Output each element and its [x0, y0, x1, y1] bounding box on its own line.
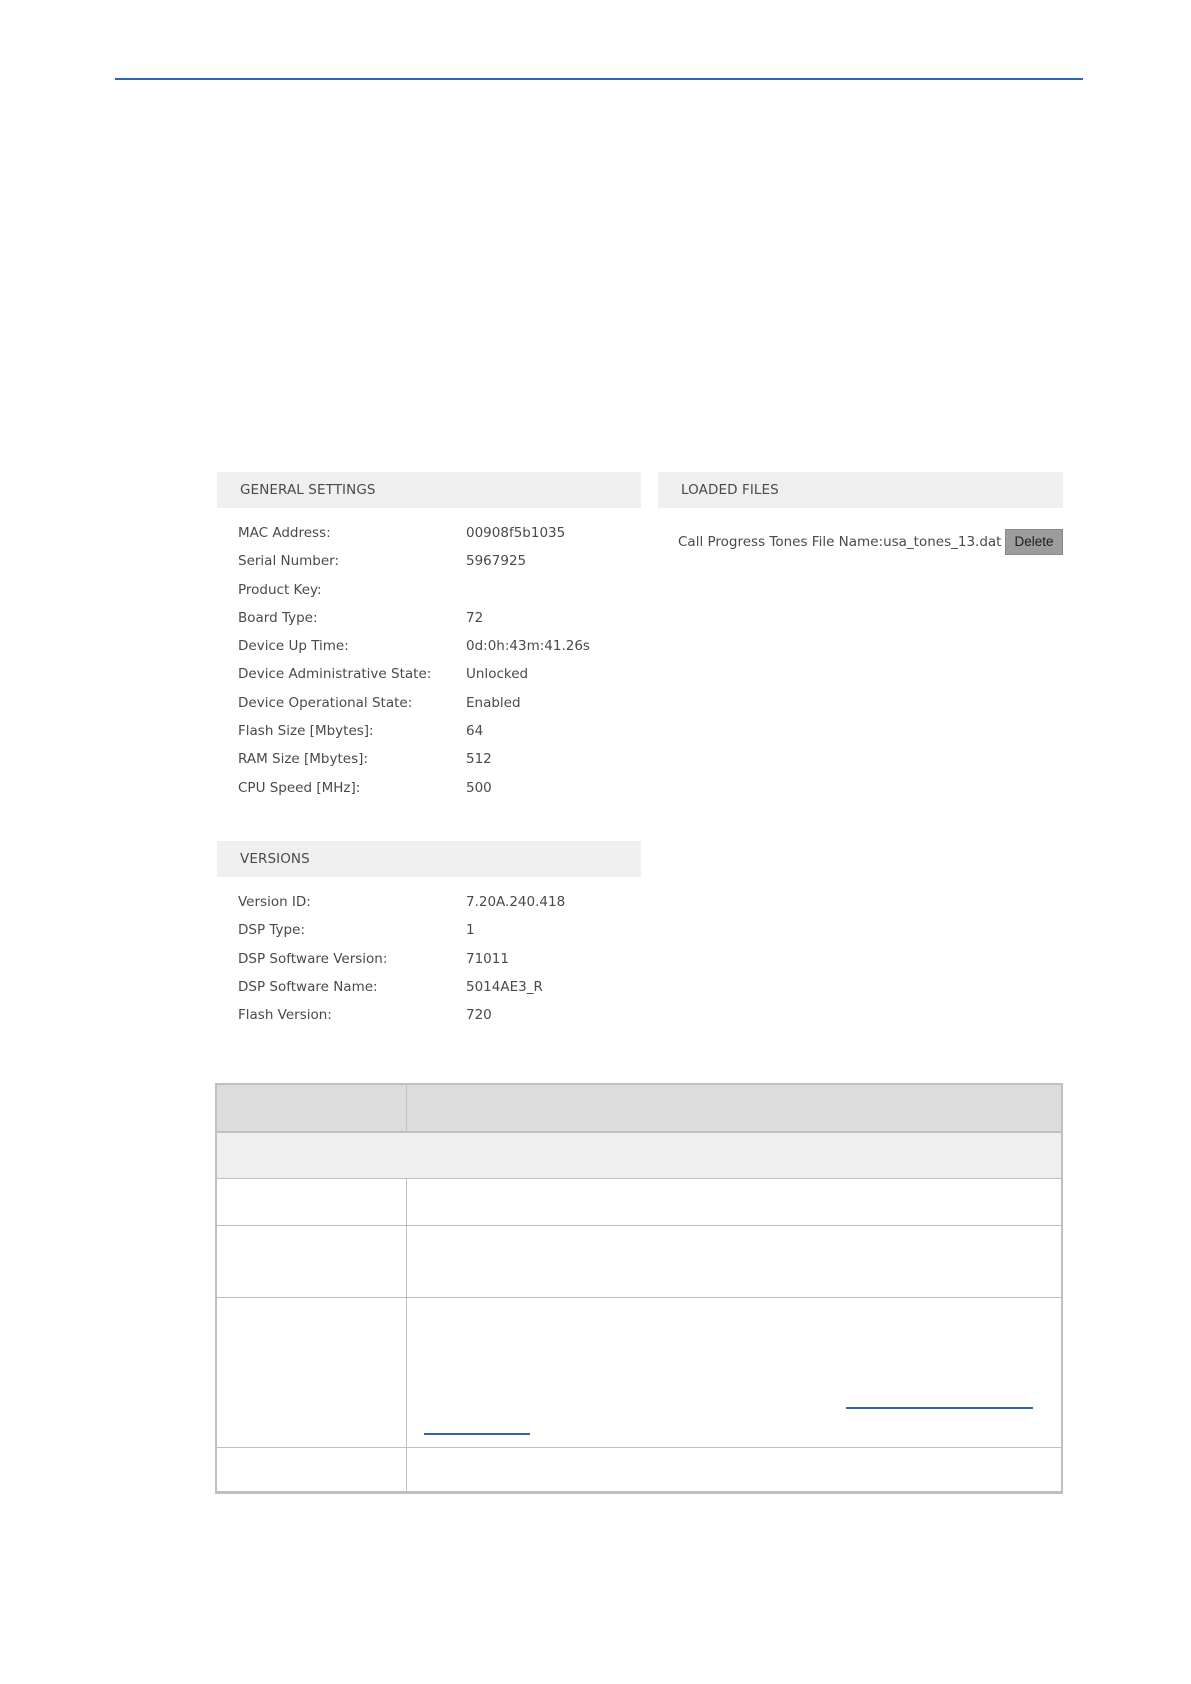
table-row [217, 1179, 1061, 1226]
table-section-row [217, 1133, 1061, 1179]
board-type-value: 72 [466, 609, 484, 626]
file-name-value: usa_tones_13.dat [883, 534, 1002, 550]
table-column-divider [406, 1179, 407, 1492]
loaded-file-row: Call Progress Tones File Name: usa_tones… [678, 529, 1063, 555]
general-settings-header: GENERAL SETTINGS [217, 472, 641, 508]
general-settings-list: MAC Address: 00908f5b1035 Serial Number:… [238, 525, 638, 808]
cpu-speed-value: 500 [466, 779, 492, 796]
dsp-software-name-value: 5014AE3_R [466, 978, 543, 995]
delete-button[interactable]: Delete [1005, 529, 1063, 555]
dsp-type-value: 1 [466, 922, 475, 939]
ram-size-value: 512 [466, 751, 492, 768]
table-row [217, 1448, 1061, 1492]
dsp-type-row: DSP Type: 1 [238, 922, 638, 950]
product-key-row: Product Key: [238, 582, 638, 610]
flash-version-label: Flash Version: [238, 1007, 332, 1024]
file-name-label: Call Progress Tones File Name: [678, 534, 884, 550]
mac-address-row: MAC Address: 00908f5b1035 [238, 525, 638, 553]
product-key-label: Product Key: [238, 581, 322, 598]
ram-size-row: RAM Size [Mbytes]: 512 [238, 751, 638, 779]
dsp-software-name-row: DSP Software Name: 5014AE3_R [238, 979, 638, 1007]
loaded-files-header: LOADED FILES [658, 472, 1063, 508]
board-type-row: Board Type: 72 [238, 610, 638, 638]
dsp-software-version-row: DSP Software Version: 71011 [238, 951, 638, 979]
serial-number-row: Serial Number: 5967925 [238, 553, 638, 581]
device-up-time-value: 0d:0h:43m:41.26s [466, 638, 590, 655]
admin-state-value: Unlocked [466, 666, 529, 683]
cpu-speed-label: CPU Speed [MHz]: [238, 779, 361, 796]
dsp-software-version-label: DSP Software Version: [238, 950, 388, 967]
device-up-time-row: Device Up Time: 0d:0h:43m:41.26s [238, 638, 638, 666]
version-id-row: Version ID: 7.20A.240.418 [238, 894, 638, 922]
dsp-software-version-value: 71011 [466, 950, 509, 967]
serial-number-label: Serial Number: [238, 553, 340, 570]
operational-state-value: Enabled [466, 694, 521, 711]
flash-version-row: Flash Version: 720 [238, 1007, 638, 1035]
header-rule [115, 78, 1083, 80]
operational-state-label: Device Operational State: [238, 694, 413, 711]
table-row [217, 1226, 1061, 1298]
table-header-row [217, 1085, 1061, 1133]
version-id-value: 7.20A.240.418 [466, 894, 566, 910]
board-type-label: Board Type: [238, 609, 318, 626]
flash-size-label: Flash Size [Mbytes]: [238, 723, 374, 740]
version-id-label: Version ID: [238, 894, 311, 910]
versions-list: Version ID: 7.20A.240.418 DSP Type: 1 DS… [238, 894, 638, 1035]
dsp-software-name-label: DSP Software Name: [238, 978, 378, 995]
table-link[interactable] [424, 1433, 530, 1435]
ram-size-label: RAM Size [Mbytes]: [238, 751, 368, 768]
table-column-divider [406, 1085, 407, 1133]
flash-size-row: Flash Size [Mbytes]: 64 [238, 723, 638, 751]
mac-address-label: MAC Address: [238, 525, 331, 541]
flash-version-value: 720 [466, 1007, 492, 1024]
versions-header: VERSIONS [217, 841, 641, 877]
table-link[interactable] [846, 1407, 1033, 1409]
table-row [217, 1298, 1061, 1448]
dsp-type-label: DSP Type: [238, 922, 305, 939]
operational-state-row: Device Operational State: Enabled [238, 695, 638, 723]
admin-state-row: Device Administrative State: Unlocked [238, 666, 638, 694]
mac-address-value: 00908f5b1035 [466, 525, 566, 541]
flash-size-value: 64 [466, 723, 484, 740]
device-up-time-label: Device Up Time: [238, 638, 349, 655]
description-table [215, 1083, 1063, 1494]
serial-number-value: 5967925 [466, 553, 527, 570]
cpu-speed-row: CPU Speed [MHz]: 500 [238, 780, 638, 808]
admin-state-label: Device Administrative State: [238, 666, 432, 683]
